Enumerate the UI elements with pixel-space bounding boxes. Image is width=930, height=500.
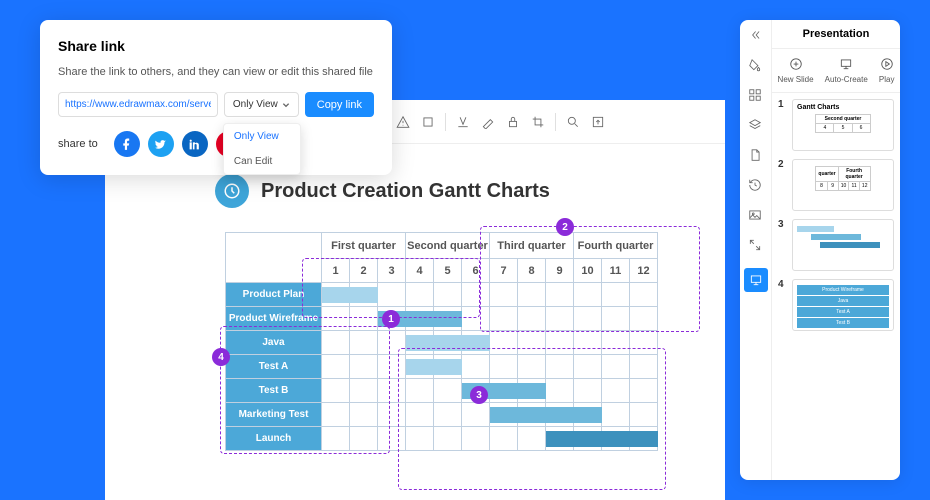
permission-dropdown: Only View Can Edit bbox=[223, 123, 301, 175]
callout-box-3 bbox=[398, 348, 666, 490]
action-label: Auto-Create bbox=[825, 75, 868, 84]
callout-badge: 3 bbox=[470, 386, 488, 404]
slide-thumb[interactable]: 2 quarterFourth quarter 89101112 bbox=[778, 159, 894, 211]
presentation-icon[interactable] bbox=[744, 268, 768, 292]
share-to-label: share to bbox=[58, 138, 98, 150]
slide-number: 1 bbox=[778, 99, 786, 151]
thumb-cell: 12 bbox=[859, 182, 870, 191]
separator bbox=[445, 113, 446, 131]
thumb-row: Product Wireframe bbox=[797, 285, 889, 295]
slides-list: 1 Gantt Charts Second quarter 456 2 quar… bbox=[772, 93, 900, 480]
chart-title: Product Creation Gantt Charts bbox=[261, 180, 550, 203]
warning-icon[interactable] bbox=[395, 114, 411, 130]
permission-select[interactable]: Only View Only View Can Edit bbox=[224, 92, 299, 117]
share-twitter-icon[interactable] bbox=[148, 131, 174, 157]
permission-option[interactable]: Only View bbox=[224, 124, 300, 149]
thumb-row: Test B bbox=[797, 318, 889, 328]
clock-icon bbox=[215, 174, 249, 208]
thumb-q: Fourth quarter bbox=[838, 167, 870, 182]
thumb-cell: 5 bbox=[834, 124, 852, 133]
action-label: Play bbox=[879, 75, 895, 84]
history-icon[interactable] bbox=[748, 178, 764, 194]
copy-link-button[interactable]: Copy link bbox=[305, 92, 374, 117]
thumb-cell: 8 bbox=[816, 182, 827, 191]
expand-icon[interactable] bbox=[748, 238, 764, 254]
baseline-icon[interactable] bbox=[455, 114, 471, 130]
thumb-cell: 4 bbox=[816, 124, 834, 133]
thumb-cell: 11 bbox=[849, 182, 859, 191]
presentation-panel: Presentation New Slide Auto-Create Play … bbox=[740, 20, 900, 480]
chevron-down-icon bbox=[282, 101, 290, 109]
thumb-cell: 6 bbox=[852, 124, 870, 133]
crop-icon[interactable] bbox=[530, 114, 546, 130]
thumb-row: Test A bbox=[797, 307, 889, 317]
slide-thumb[interactable]: 1 Gantt Charts Second quarter 456 bbox=[778, 99, 894, 151]
grid-icon[interactable] bbox=[748, 88, 764, 104]
collapse-icon[interactable] bbox=[748, 28, 764, 44]
callout-box-1 bbox=[302, 258, 480, 318]
share-linkedin-icon[interactable] bbox=[182, 131, 208, 157]
page-icon[interactable] bbox=[748, 148, 764, 164]
share-facebook-icon[interactable] bbox=[114, 131, 140, 157]
bucket-icon[interactable] bbox=[748, 58, 764, 74]
image-icon[interactable] bbox=[748, 208, 764, 224]
fill-icon[interactable] bbox=[420, 114, 436, 130]
callout-box-2 bbox=[480, 226, 700, 332]
separator bbox=[555, 113, 556, 131]
side-strip bbox=[740, 20, 772, 480]
action-label: New Slide bbox=[778, 75, 814, 84]
share-subtitle: Share the link to others, and they can v… bbox=[58, 66, 374, 78]
slide-number: 2 bbox=[778, 159, 786, 211]
auto-create-button[interactable]: Auto-Create bbox=[825, 57, 868, 84]
callout-badge: 2 bbox=[556, 218, 574, 236]
layers-icon[interactable] bbox=[748, 118, 764, 134]
thumb-cell: 9 bbox=[827, 182, 838, 191]
thumb-title: Gantt Charts bbox=[797, 104, 889, 111]
new-slide-button[interactable]: New Slide bbox=[778, 57, 814, 84]
quarter-header: First quarter bbox=[322, 233, 406, 259]
slide-number: 3 bbox=[778, 219, 786, 271]
thumb-cell: 10 bbox=[838, 182, 849, 191]
permission-option[interactable]: Can Edit bbox=[224, 149, 300, 174]
callout-badge: 4 bbox=[212, 348, 230, 366]
thumb-row: Java bbox=[797, 296, 889, 306]
permission-selected: Only View bbox=[233, 99, 278, 110]
search-icon[interactable] bbox=[565, 114, 581, 130]
slide-thumb[interactable]: 3 bbox=[778, 219, 894, 271]
share-url-input[interactable] bbox=[58, 92, 218, 117]
play-button[interactable]: Play bbox=[879, 57, 895, 84]
lock-icon[interactable] bbox=[505, 114, 521, 130]
slide-number: 4 bbox=[778, 279, 786, 331]
callout-box-4 bbox=[220, 326, 390, 454]
share-title: Share link bbox=[58, 38, 374, 54]
marker-icon[interactable] bbox=[480, 114, 496, 130]
slide-thumb[interactable]: 4 Product Wireframe Java Test A Test B bbox=[778, 279, 894, 331]
export-icon[interactable] bbox=[590, 114, 606, 130]
share-modal: Share link Share the link to others, and… bbox=[40, 20, 392, 175]
thumb-q: Second quarter bbox=[816, 115, 870, 124]
quarter-header: Second quarter bbox=[406, 233, 490, 259]
thumb-q: quarter bbox=[816, 167, 838, 182]
panel-title: Presentation bbox=[772, 20, 900, 49]
